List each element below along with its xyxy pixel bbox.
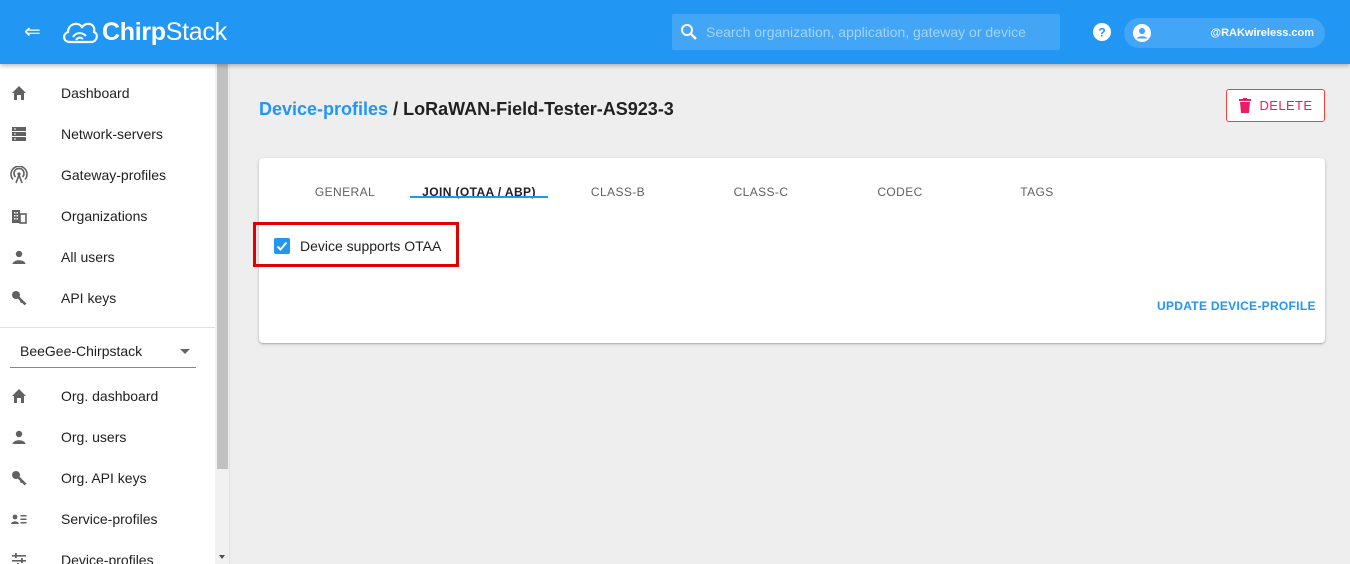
breadcrumb: Device-profiles / LoRaWAN-Field-Tester-A…	[259, 99, 674, 120]
sidebar-item-label: Gateway-profiles	[61, 167, 167, 183]
update-device-profile-button[interactable]: UPDATE DEVICE-PROFILE	[1157, 299, 1316, 313]
breadcrumb-separator: /	[393, 99, 399, 119]
sidebar-item-label: Device-profiles	[61, 552, 154, 564]
sidebar-item-label: Org. users	[61, 429, 127, 445]
sidebar-item-label: All users	[61, 249, 115, 265]
tab-join[interactable]: JOIN (OTAA / ABP)	[410, 185, 548, 205]
chevron-down-icon	[180, 349, 190, 354]
organization-select-value: BeeGee-Chirpstack	[20, 343, 143, 359]
search-icon	[681, 24, 697, 40]
tab-class-b[interactable]: CLASS-B	[577, 185, 659, 205]
sidebar-item-all-users[interactable]: All users	[0, 237, 215, 277]
trash-icon	[1238, 98, 1251, 113]
sidebar-item-label: Organizations	[61, 208, 148, 224]
help-icon[interactable]: ?	[1093, 23, 1111, 41]
search-input[interactable]	[698, 24, 1060, 40]
building-icon	[12, 210, 27, 224]
sidebar-item-label: Service-profiles	[61, 511, 158, 527]
sidebar-item-label: Org. dashboard	[61, 388, 159, 404]
delete-button[interactable]: DELETE	[1226, 89, 1325, 122]
annotation-highlight-box	[253, 222, 459, 267]
sidebar-item-service-profiles[interactable]: Service-profiles	[0, 499, 215, 539]
home-icon	[12, 86, 26, 100]
tab-tags[interactable]: TAGS	[1002, 185, 1072, 205]
user-profile-button[interactable]: @RAKwireless.com	[1124, 18, 1325, 48]
home-icon	[12, 389, 26, 403]
sidebar-item-label: Network-servers	[61, 126, 163, 142]
antenna-icon	[10, 166, 28, 184]
breadcrumb-current: LoRaWAN-Field-Tester-AS923-3	[403, 99, 674, 119]
sidebar-item-organizations[interactable]: Organizations	[0, 196, 215, 236]
sidebar: Dashboard Network-servers Gateway-profil…	[0, 64, 230, 564]
scroll-down-arrow-icon[interactable]	[219, 555, 225, 559]
cloud-logo-icon	[63, 22, 98, 44]
key-icon	[12, 471, 27, 486]
top-app-bar: ⇐ ChirpStack ? @RAKwireless.com	[0, 0, 1350, 64]
sidebar-item-org-api-keys[interactable]: Org. API keys	[0, 458, 215, 498]
key-icon	[12, 291, 27, 306]
sidebar-item-org-users[interactable]: Org. users	[0, 417, 215, 457]
logo-text: ChirpStack	[102, 17, 227, 46]
account-circle-icon	[1133, 24, 1151, 42]
collapse-menu-icon[interactable]: ⇐	[24, 20, 48, 44]
delete-button-label: DELETE	[1259, 98, 1313, 113]
server-icon	[12, 127, 26, 141]
sidebar-scrollbar-thumb[interactable]	[217, 64, 228, 469]
search-box[interactable]	[672, 14, 1060, 50]
tune-icon	[12, 553, 26, 564]
tab-codec[interactable]: CODEC	[859, 185, 941, 205]
sidebar-item-label: Dashboard	[61, 85, 130, 101]
tab-class-c[interactable]: CLASS-C	[720, 185, 802, 205]
breadcrumb-device-profiles-link[interactable]: Device-profiles	[259, 99, 388, 119]
organization-select[interactable]: BeeGee-Chirpstack	[10, 336, 196, 368]
tab-general[interactable]: GENERAL	[307, 185, 383, 205]
chirpstack-logo[interactable]: ChirpStack	[60, 12, 227, 52]
sidebar-item-gateway-profiles[interactable]: Gateway-profiles	[0, 155, 215, 195]
user-icon	[12, 250, 26, 264]
svg-text:?: ?	[1098, 26, 1105, 40]
sidebar-item-org-dashboard[interactable]: Org. dashboard	[0, 376, 215, 416]
user-email: @RAKwireless.com	[1210, 27, 1314, 39]
device-profile-card: GENERAL JOIN (OTAA / ABP) CLASS-B CLASS-…	[253, 158, 1325, 343]
sidebar-item-device-profiles[interactable]: Device-profiles	[0, 540, 215, 564]
user-icon	[12, 430, 26, 444]
active-tab-indicator	[410, 196, 548, 198]
sidebar-divider	[0, 327, 215, 328]
sidebar-item-api-keys[interactable]: API keys	[0, 278, 215, 318]
sidebar-item-dashboard[interactable]: Dashboard	[0, 73, 215, 113]
sidebar-item-label: Org. API keys	[61, 470, 147, 486]
service-profile-icon	[11, 514, 27, 524]
sidebar-item-label: API keys	[61, 290, 117, 306]
sidebar-item-network-servers[interactable]: Network-servers	[0, 114, 215, 154]
